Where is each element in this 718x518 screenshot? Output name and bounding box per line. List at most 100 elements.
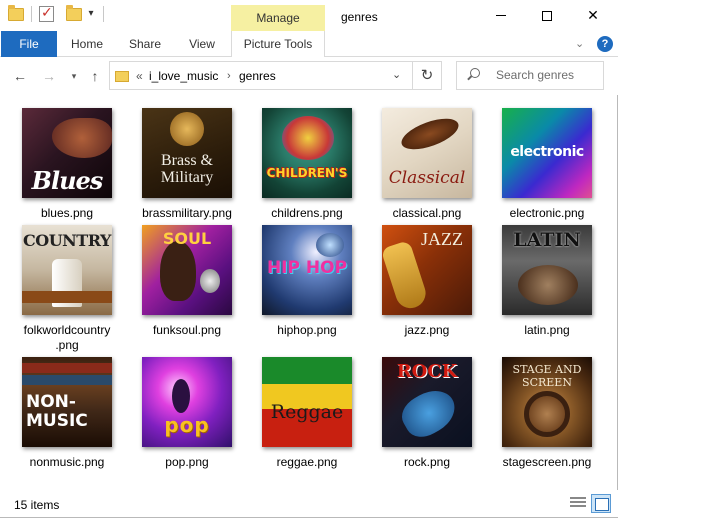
address-overflow[interactable]: « [136, 69, 143, 83]
thumbnail-folkworldcountry: COUNTRY [22, 225, 112, 315]
file-name: electronic.png [509, 206, 585, 220]
file-name: childrens.png [271, 206, 343, 220]
close-button[interactable]: ✕ [570, 0, 616, 31]
qat-separator [31, 6, 32, 22]
explorer-window: ▾ Manage genres ✕ File Home Share View P… [0, 0, 618, 518]
thumbnail-rock: ROCK [382, 357, 472, 447]
file-item-classical[interactable]: Classical classical.png [372, 108, 482, 221]
file-grid: Blues blues.png Brass & Military brassmi… [0, 95, 618, 490]
file-item-latin[interactable]: LATIN latin.png [492, 225, 602, 338]
thumbnail-hiphop: HIP HOP [262, 225, 352, 315]
search-icon [470, 68, 480, 78]
manage-context-tab[interactable]: Manage [231, 5, 325, 31]
file-item-rock[interactable]: ROCK rock.png [372, 357, 482, 470]
back-button[interactable]: ← [11, 67, 29, 85]
tab-share[interactable]: Share [120, 31, 170, 57]
thumbnail-blues: Blues [22, 108, 112, 198]
minimize-button[interactable] [478, 0, 524, 31]
thumbnail-caption: electronic [510, 144, 584, 160]
search-input[interactable] [496, 68, 596, 82]
thumbnail-caption: Classical [388, 168, 466, 188]
forward-button[interactable]: → [40, 67, 58, 85]
file-name: brassmilitary.png [142, 206, 232, 220]
thumbnail-caption: SOUL [162, 229, 212, 248]
thumbnail-caption: Brass & Military [160, 152, 214, 186]
file-item-jazz[interactable]: JAZZ jazz.png [372, 225, 482, 338]
file-name: funksoul.png [152, 323, 222, 337]
address-dropdown-icon[interactable]: ⌄ [392, 68, 401, 81]
file-item-hiphop[interactable]: HIP HOP hiphop.png [252, 225, 362, 338]
file-name: nonmusic.png [29, 455, 105, 469]
search-box[interactable] [456, 61, 604, 90]
address-bar[interactable]: « i_love_music › genres ⌄ [109, 61, 413, 90]
qat-separator [103, 6, 104, 22]
file-name: latin.png [524, 323, 570, 337]
thumbnail-electronic: electronic [502, 108, 592, 198]
file-item-blues[interactable]: Blues blues.png [12, 108, 122, 221]
file-name: blues.png [40, 206, 94, 220]
file-item-electronic[interactable]: electronic electronic.png [492, 108, 602, 221]
large-icons-view-icon[interactable] [591, 494, 611, 513]
folder-icon [115, 71, 129, 82]
qat-dropdown-icon[interactable]: ▾ [86, 7, 96, 21]
thumbnail-stagescreen: STAGE AND SCREEN [502, 357, 592, 447]
maximize-button[interactable] [524, 0, 570, 31]
recent-locations-button[interactable]: ▾ [65, 67, 83, 85]
tab-view[interactable]: View [177, 31, 227, 57]
file-name: hiphop.png [277, 323, 337, 337]
file-item-folkworldcountry[interactable]: COUNTRY folkworldcountry .png [12, 225, 122, 353]
thumbnail-caption: COUNTRY [23, 231, 111, 250]
thumbnail-caption: JAZZ [421, 229, 463, 249]
tab-picture-tools[interactable]: Picture Tools [231, 31, 325, 57]
thumbnail-latin: LATIN [502, 225, 592, 315]
file-name: pop.png [165, 455, 209, 469]
item-count: 15 items [14, 498, 60, 512]
thumbnail-caption: Blues [31, 166, 104, 195]
thumbnail-caption: Reggae [270, 401, 344, 423]
thumbnail-pop: pop [142, 357, 232, 447]
file-name: stagescreen.png [502, 455, 592, 469]
file-item-pop[interactable]: pop pop.png [132, 357, 242, 470]
thumbnail-nonmusic: NON-MUSIC [22, 357, 112, 447]
tab-home[interactable]: Home [62, 31, 112, 57]
file-item-reggae[interactable]: Reggae reggae.png [252, 357, 362, 470]
thumbnail-caption: STAGE AND SCREEN [512, 363, 582, 389]
help-icon[interactable]: ? [597, 36, 613, 52]
file-item-childrens[interactable]: CHILDREN'S childrens.png [252, 108, 362, 221]
refresh-button[interactable]: ↻ [413, 61, 442, 90]
thumbnail-reggae: Reggae [262, 357, 352, 447]
file-name: reggae.png [276, 455, 338, 469]
chevron-down-icon[interactable]: ⌄ [575, 37, 584, 50]
file-item-brassmilitary[interactable]: Brass & Military brassmilitary.png [132, 108, 242, 221]
thumbnail-caption: pop [164, 413, 210, 437]
file-name: jazz.png [404, 323, 450, 337]
navigation-bar: ← → ▾ ↑ « i_love_music › genres ⌄ ↻ [0, 57, 618, 95]
file-name: rock.png [403, 455, 451, 469]
file-name: classical.png [392, 206, 462, 220]
file-item-stagescreen[interactable]: STAGE AND SCREEN stagescreen.png [492, 357, 602, 470]
properties-check-icon[interactable] [39, 4, 54, 22]
breadcrumb-genres[interactable]: genres [239, 69, 276, 83]
tab-file[interactable]: File [1, 31, 57, 57]
maximize-icon [542, 10, 552, 21]
up-button[interactable]: ↑ [86, 67, 104, 85]
thumbnail-caption: ROCK [396, 361, 458, 382]
thumbnail-caption: NON-MUSIC [26, 392, 88, 431]
file-item-nonmusic[interactable]: NON-MUSIC nonmusic.png [12, 357, 122, 470]
thumbnail-classical: Classical [382, 108, 472, 198]
thumbnail-brassmilitary: Brass & Military [142, 108, 232, 198]
breadcrumb-i-love-music[interactable]: i_love_music [149, 69, 218, 83]
thumbnail-funksoul: SOUL [142, 225, 232, 315]
thumbnail-caption: LATIN [513, 229, 581, 251]
close-icon: ✕ [587, 7, 599, 23]
details-view-icon[interactable] [570, 497, 586, 510]
file-name: folkworldcountry .png [23, 323, 111, 352]
thumbnail-caption: HIP HOP [266, 258, 348, 278]
file-item-funksoul[interactable]: SOUL funksoul.png [132, 225, 242, 338]
thumbnail-jazz: JAZZ [382, 225, 472, 315]
breadcrumb-separator[interactable]: › [227, 70, 231, 82]
title-bar: ▾ Manage genres ✕ [0, 0, 618, 31]
new-folder-icon[interactable] [66, 4, 82, 21]
folder-icon [8, 4, 24, 21]
ribbon-tab-bar: File Home Share View Picture Tools ⌄ ? [0, 31, 618, 57]
